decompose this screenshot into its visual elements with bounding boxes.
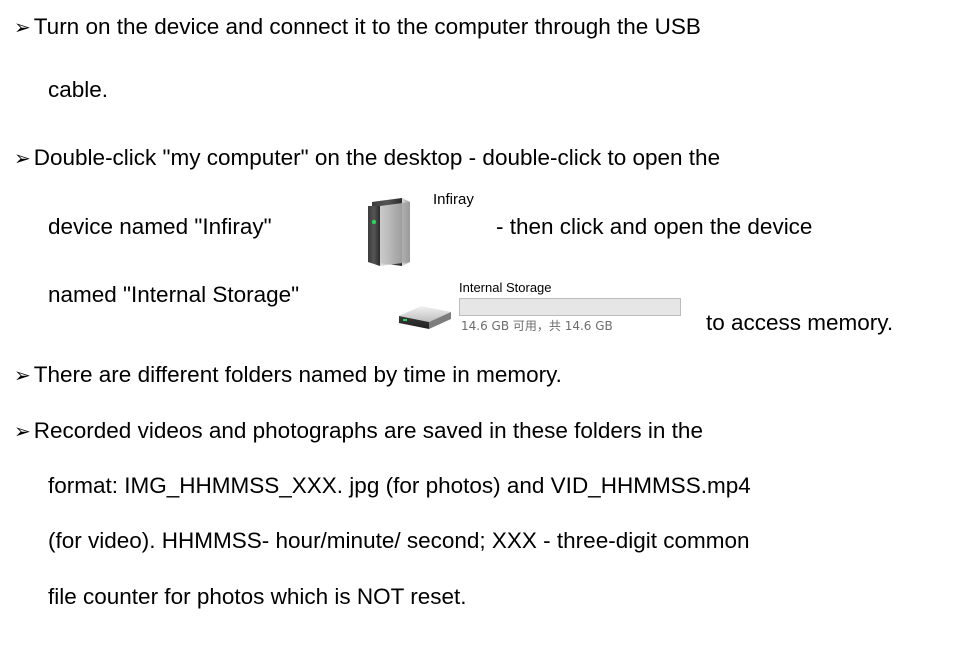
- bullet-arrow-icon: ➢: [14, 15, 31, 39]
- bullet-2-line-2-pre: device named "Infiray": [48, 214, 272, 239]
- drive-led: [403, 319, 407, 321]
- bullet-2-text-1: Double-click "my computer" on the deskto…: [33, 145, 721, 170]
- bullet-4-line-3: (for video). HHMMSS- hour/minute/ second…: [48, 528, 750, 553]
- bullet-arrow-icon: ➢: [14, 146, 31, 170]
- bullet-4-line-2: format: IMG_HHMMSS_XXX. jpg (for photos)…: [48, 473, 751, 498]
- storage-free-label: 14.6 GB 可用，共 14.6 GB: [461, 319, 613, 333]
- bullet-2-line-1: ➢ Double-click "my computer" on the deskt…: [14, 143, 720, 173]
- bullet-4-line-4: file counter for photos which is NOT res…: [48, 584, 467, 609]
- bullet-2-line-2-post: - then click and open the device: [496, 214, 813, 239]
- bullet-1-line-2: cable.: [48, 77, 109, 102]
- bullet-3-line-1: ➢ There are different folders named by ti…: [14, 360, 562, 390]
- bullet-arrow-icon: ➢: [14, 419, 31, 443]
- portable-device-icon: [368, 198, 410, 266]
- device-name-label: Infiray: [433, 191, 474, 208]
- bullet-3-text-1: There are different folders named by tim…: [33, 362, 562, 387]
- bullet-4-line-1: ➢ Recorded videos and photographs are sav…: [14, 416, 703, 446]
- bullet-4-text-1: Recorded videos and photographs are save…: [33, 418, 703, 443]
- storage-drive-icon: [399, 306, 451, 329]
- document-page: ➢ Turn on the device and connect it to th…: [0, 0, 964, 660]
- bullet-1-line-1: ➢ Turn on the device and connect it to th…: [14, 12, 701, 42]
- storage-name-label: Internal Storage: [459, 280, 552, 295]
- bullet-2-line-3-pre: named "Internal Storage": [48, 282, 300, 307]
- device-led: [371, 219, 377, 225]
- bullet-1-text-1: Turn on the device and connect it to the…: [33, 14, 701, 39]
- storage-usage-bar: [459, 298, 681, 316]
- bullet-arrow-icon: ➢: [14, 363, 31, 387]
- bullet-2-line-3-post: to access memory.: [706, 310, 894, 335]
